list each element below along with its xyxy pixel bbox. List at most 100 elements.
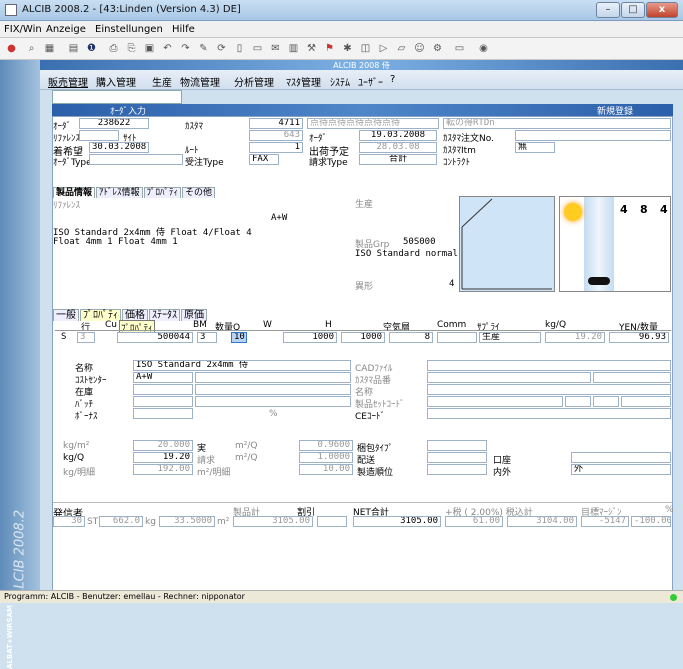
edit-icon[interactable]: ✎ [196, 41, 211, 56]
site-field[interactable]: 643 [249, 130, 303, 141]
window-icon[interactable]: ▭ [452, 41, 467, 56]
tab-address-info[interactable]: ｱﾄﾞﾚｽ情報 [96, 187, 143, 198]
inout-field[interactable]: 外 [571, 464, 671, 475]
ship-date-field[interactable]: 28.03.08 [359, 142, 437, 153]
cell-supply[interactable]: 生産 [479, 332, 541, 343]
close-button[interactable]: x [646, 2, 678, 18]
cost-center-desc[interactable] [195, 372, 351, 383]
cost-center-field[interactable]: A+W [133, 372, 193, 383]
paste-icon[interactable]: ▣ [142, 41, 157, 56]
app-menu-sales[interactable]: 販売管理 [48, 74, 88, 89]
cell-bm[interactable]: 3 [197, 332, 217, 343]
order-type-field[interactable] [89, 154, 183, 165]
mail-icon[interactable]: ✉ [268, 41, 283, 56]
menu-einstellungen[interactable]: Einstellungen [95, 24, 163, 35]
cell-air[interactable]: 8 [389, 332, 433, 343]
cust-item-field[interactable]: 無 [515, 142, 555, 153]
app-menu-production[interactable]: 生産 [152, 74, 172, 89]
app-menu-logistics[interactable]: 物流管理 [180, 74, 220, 89]
discount-field[interactable] [317, 516, 347, 527]
set-code-field[interactable] [427, 396, 563, 407]
redo-icon[interactable]: ↷ [178, 41, 193, 56]
calendar-icon[interactable]: ▦ [42, 41, 57, 56]
route-field[interactable]: 1 [249, 142, 303, 153]
flag-icon[interactable]: ⚑ [322, 41, 337, 56]
m2q2-field[interactable]: 1.0000 [299, 452, 353, 463]
search-icon[interactable]: ⌕ [24, 41, 39, 56]
tab-product-info[interactable]: 製品情報 [53, 187, 96, 198]
stop-icon[interactable]: ● [4, 41, 19, 56]
app-menu-help[interactable]: ? [390, 74, 395, 85]
cell-yen[interactable]: 96.93 [609, 332, 669, 343]
help-icon[interactable]: ◉ [476, 41, 491, 56]
ce-code-field[interactable] [427, 408, 671, 419]
bill-type-field[interactable]: 合計 [359, 154, 437, 165]
app-menu-master[interactable]: ﾏｽﾀ管理 [286, 74, 321, 89]
name-field[interactable]: ISO Standard 2x4mm 侍 [133, 360, 351, 371]
customer-field[interactable]: 4711 [249, 118, 303, 129]
cust-item-no-field[interactable] [427, 372, 591, 383]
cell-w[interactable]: 1000 [283, 332, 337, 343]
bonus-field[interactable] [133, 408, 193, 419]
print-icon[interactable]: ⎙ [106, 41, 121, 56]
minimize-button[interactable]: – [596, 2, 620, 18]
order-date-field[interactable]: 19.03.2008 [359, 130, 437, 141]
bookmark-icon[interactable]: ◫ [358, 41, 373, 56]
stock-desc[interactable] [195, 384, 351, 395]
tab-property[interactable]: ﾌﾟﾛﾊﾟﾃｨ [143, 187, 182, 198]
name2-field[interactable] [427, 384, 671, 395]
m2q-field[interactable]: 0.9600 [299, 440, 353, 451]
settings-icon[interactable]: ⚙ [430, 41, 445, 56]
user-icon[interactable]: ☺ [412, 41, 427, 56]
chart-icon[interactable]: ▥ [286, 41, 301, 56]
pack-type-field[interactable] [427, 440, 487, 451]
folder-icon[interactable]: ▱ [394, 41, 409, 56]
menu-anzeige[interactable]: Anzeige [46, 24, 86, 35]
wish-date-field[interactable]: 30.03.2008 [89, 142, 149, 153]
cust-order-field[interactable] [515, 130, 671, 141]
stock-field[interactable] [133, 384, 193, 395]
set-code-field-4[interactable] [621, 396, 671, 407]
kg-detail-field[interactable]: 192.00 [133, 464, 193, 475]
copy-icon[interactable]: ⎘ [124, 41, 139, 56]
pin-icon[interactable]: ✱ [340, 41, 355, 56]
play-icon[interactable]: ▷ [376, 41, 391, 56]
cell-kgq[interactable]: 19.20 [545, 332, 605, 343]
menu-hilfe[interactable]: Hilfe [172, 24, 195, 35]
table-icon[interactable]: ▤ [66, 41, 81, 56]
cell-line[interactable]: 3 [77, 332, 95, 343]
refresh-icon[interactable]: ⟳ [214, 41, 229, 56]
tab-other[interactable]: その他 [182, 187, 216, 198]
batch-field[interactable] [133, 396, 193, 407]
tab-general[interactable]: 一般 [53, 309, 79, 321]
cell-property[interactable]: 500044 [117, 332, 193, 343]
cell-h[interactable]: 1000 [341, 332, 385, 343]
app-menu-user[interactable]: ﾕｰｻﾞｰ [358, 74, 383, 89]
set-code-field-2[interactable] [565, 396, 591, 407]
tools-icon[interactable]: ⚒ [304, 41, 319, 56]
cell-qty[interactable]: 10 [231, 332, 247, 343]
app-menu-analysis[interactable]: 分析管理 [234, 74, 274, 89]
cell-comm[interactable] [437, 332, 477, 343]
batch-desc[interactable] [195, 396, 351, 407]
transfer-field[interactable]: 転の得RTDn [443, 118, 671, 129]
table-row[interactable]: S 3 500044 3 10 1000 1000 8 生産 19.20 96.… [55, 330, 671, 343]
order-number[interactable]: 238622 [79, 118, 149, 129]
app-menu-system[interactable]: ｼｽﾃﾑ [330, 74, 350, 89]
maximize-button[interactable]: □ [621, 2, 645, 18]
undo-icon[interactable]: ↶ [160, 41, 175, 56]
set-code-field-3[interactable] [593, 396, 619, 407]
command-input[interactable] [52, 90, 182, 104]
delivery-field[interactable] [427, 452, 487, 463]
customer-name-field[interactable]: 点待点待点待点待点待 [307, 118, 439, 129]
kgm2-field[interactable]: 20.000 [133, 440, 193, 451]
account-field[interactable] [571, 452, 671, 463]
m2-detail-field[interactable]: 10.00 [299, 464, 353, 475]
cad-field[interactable] [427, 360, 671, 371]
new-doc-icon[interactable]: ▭ [250, 41, 265, 56]
kgq-field[interactable]: 19.20 [133, 452, 193, 463]
info-icon[interactable]: ❶ [84, 41, 99, 56]
app-menu-purchase[interactable]: 購入管理 [96, 74, 136, 89]
receive-type-field[interactable]: FAX [249, 154, 279, 165]
cust-item-no-field-2[interactable] [593, 372, 671, 383]
